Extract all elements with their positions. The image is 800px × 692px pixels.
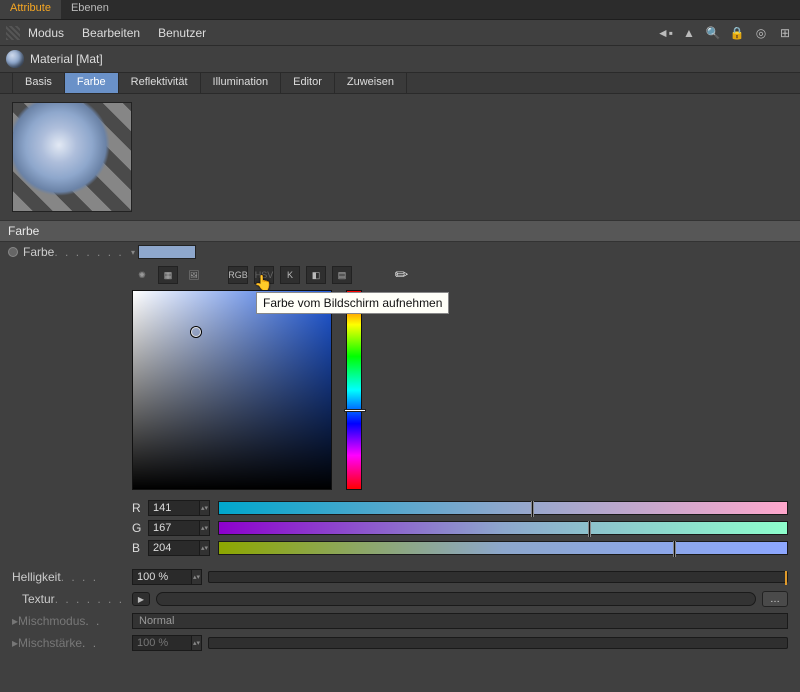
rgb-mode-button[interactable]: RGB bbox=[228, 266, 248, 284]
row-mischstaerke: ▸ Mischstärke . . 100 % ▴▾ bbox=[0, 632, 800, 654]
kelvin-icon[interactable]: K bbox=[280, 266, 300, 284]
tab-farbe[interactable]: Farbe bbox=[65, 73, 119, 93]
tab-reflektivitaet[interactable]: Reflektivität bbox=[119, 73, 201, 93]
input-g[interactable]: 167 bbox=[148, 520, 200, 536]
color-picker bbox=[0, 290, 800, 500]
tab-zuweisen[interactable]: Zuweisen bbox=[335, 73, 407, 93]
rgb-sliders: R 141 ▴▾ G 167 ▴▾ B 204 ▴▾ bbox=[0, 500, 800, 566]
menu-benutzer[interactable]: Benutzer bbox=[158, 26, 206, 40]
panel-tabs: Attribute Ebenen bbox=[0, 0, 800, 20]
wheel-icon[interactable]: ✺ bbox=[132, 266, 152, 284]
row-mischmodus: ▸ Mischmodus . . Normal bbox=[0, 610, 800, 632]
spinner-r[interactable]: ▴▾ bbox=[200, 500, 210, 516]
input-b[interactable]: 204 bbox=[148, 540, 200, 556]
slider-r[interactable] bbox=[218, 501, 788, 515]
label-textur: Textur bbox=[22, 592, 55, 606]
label-mischstaerke: Mischstärke bbox=[18, 636, 82, 650]
row-helligkeit: Helligkeit . . . . 100 % ▴▾ bbox=[0, 566, 800, 588]
label-g: G bbox=[132, 521, 148, 535]
label-b: B bbox=[132, 541, 148, 555]
row-textur: Textur . . . . . . . ▶ … bbox=[0, 588, 800, 610]
up-icon[interactable]: ▲ bbox=[680, 24, 698, 42]
menu-bar: Modus Bearbeiten Benutzer ◄▪ ▲ 🔍 🔒 ◎ ⊞ bbox=[0, 20, 800, 46]
input-r[interactable]: 141 bbox=[148, 500, 200, 516]
menu-modus[interactable]: Modus bbox=[28, 26, 64, 40]
back-icon[interactable]: ◄▪ bbox=[656, 24, 674, 42]
tab-editor[interactable]: Editor bbox=[281, 73, 335, 93]
spinner-g[interactable]: ▴▾ bbox=[200, 520, 210, 536]
slider-helligkeit[interactable] bbox=[208, 571, 788, 583]
lock-icon[interactable]: 🔒 bbox=[728, 24, 746, 42]
label-helligkeit: Helligkeit bbox=[12, 570, 61, 584]
tab-illumination[interactable]: Illumination bbox=[201, 73, 282, 93]
texture-browse-button[interactable]: … bbox=[762, 591, 788, 607]
slider-g[interactable] bbox=[218, 521, 788, 535]
texture-slot[interactable] bbox=[156, 592, 756, 606]
label-farbe: Farbe bbox=[23, 245, 54, 259]
color-swatch[interactable] bbox=[138, 245, 196, 259]
label-mischmodus: Mischmodus bbox=[18, 614, 85, 628]
color-field[interactable] bbox=[132, 290, 332, 490]
input-helligkeit[interactable]: 100 % bbox=[132, 569, 192, 585]
label-r: R bbox=[132, 501, 148, 515]
swatch-menu-icon[interactable]: ▾ bbox=[128, 248, 138, 257]
new-icon[interactable]: ⊞ bbox=[776, 24, 794, 42]
input-mischstaerke[interactable]: 100 % bbox=[132, 635, 192, 651]
row-farbe: Farbe . . . . . . . ▾ bbox=[0, 242, 800, 262]
anim-dot-icon[interactable] bbox=[8, 247, 18, 257]
target-icon[interactable]: ◎ bbox=[752, 24, 770, 42]
channel-tabs: Basis Farbe Reflektivität Illumination E… bbox=[0, 72, 800, 94]
spinner-b[interactable]: ▴▾ bbox=[200, 540, 210, 556]
grip-icon bbox=[6, 26, 20, 40]
search-icon[interactable]: 🔍 bbox=[704, 24, 722, 42]
hue-handle[interactable] bbox=[344, 409, 366, 412]
menu-bearbeiten[interactable]: Bearbeiten bbox=[82, 26, 140, 40]
hsv-mode-button[interactable]: HSV bbox=[254, 266, 274, 284]
hue-slider[interactable] bbox=[346, 290, 362, 490]
slider-b[interactable] bbox=[218, 541, 788, 555]
dots: . . . . . . . bbox=[54, 245, 128, 259]
material-title: Material [Mat] bbox=[30, 52, 103, 66]
slider-mischstaerke[interactable] bbox=[208, 637, 788, 649]
material-preview[interactable] bbox=[12, 102, 132, 212]
swatches-icon[interactable]: ▤ bbox=[332, 266, 352, 284]
material-sphere-icon bbox=[6, 50, 24, 68]
image-picker-icon[interactable]: 🖼 bbox=[184, 266, 204, 284]
spectrum-icon[interactable]: ▦ bbox=[158, 266, 178, 284]
spinner-helligkeit[interactable]: ▴▾ bbox=[192, 569, 202, 585]
mixer-icon[interactable]: ◧ bbox=[306, 266, 326, 284]
tab-basis[interactable]: Basis bbox=[12, 73, 65, 93]
tab-ebenen[interactable]: Ebenen bbox=[61, 0, 119, 19]
eyedropper-tooltip: Farbe vom Bildschirm aufnehmen bbox=[256, 292, 449, 314]
eyedropper-icon[interactable]: ✎ bbox=[389, 262, 416, 289]
texture-menu-button[interactable]: ▶ bbox=[132, 592, 150, 606]
spinner-mischstaerke[interactable]: ▴▾ bbox=[192, 635, 202, 651]
tab-attribute[interactable]: Attribute bbox=[0, 0, 61, 19]
material-header: Material [Mat] bbox=[0, 46, 800, 72]
section-farbe-header: Farbe bbox=[0, 220, 800, 242]
color-field-handle[interactable] bbox=[191, 327, 201, 337]
color-mode-toolbar: ✺ ▦ 🖼 RGB HSV K ◧ ▤ ✎ 👆 Farbe vom Bildsc… bbox=[0, 262, 800, 290]
dropdown-mischmodus[interactable]: Normal bbox=[132, 613, 788, 629]
